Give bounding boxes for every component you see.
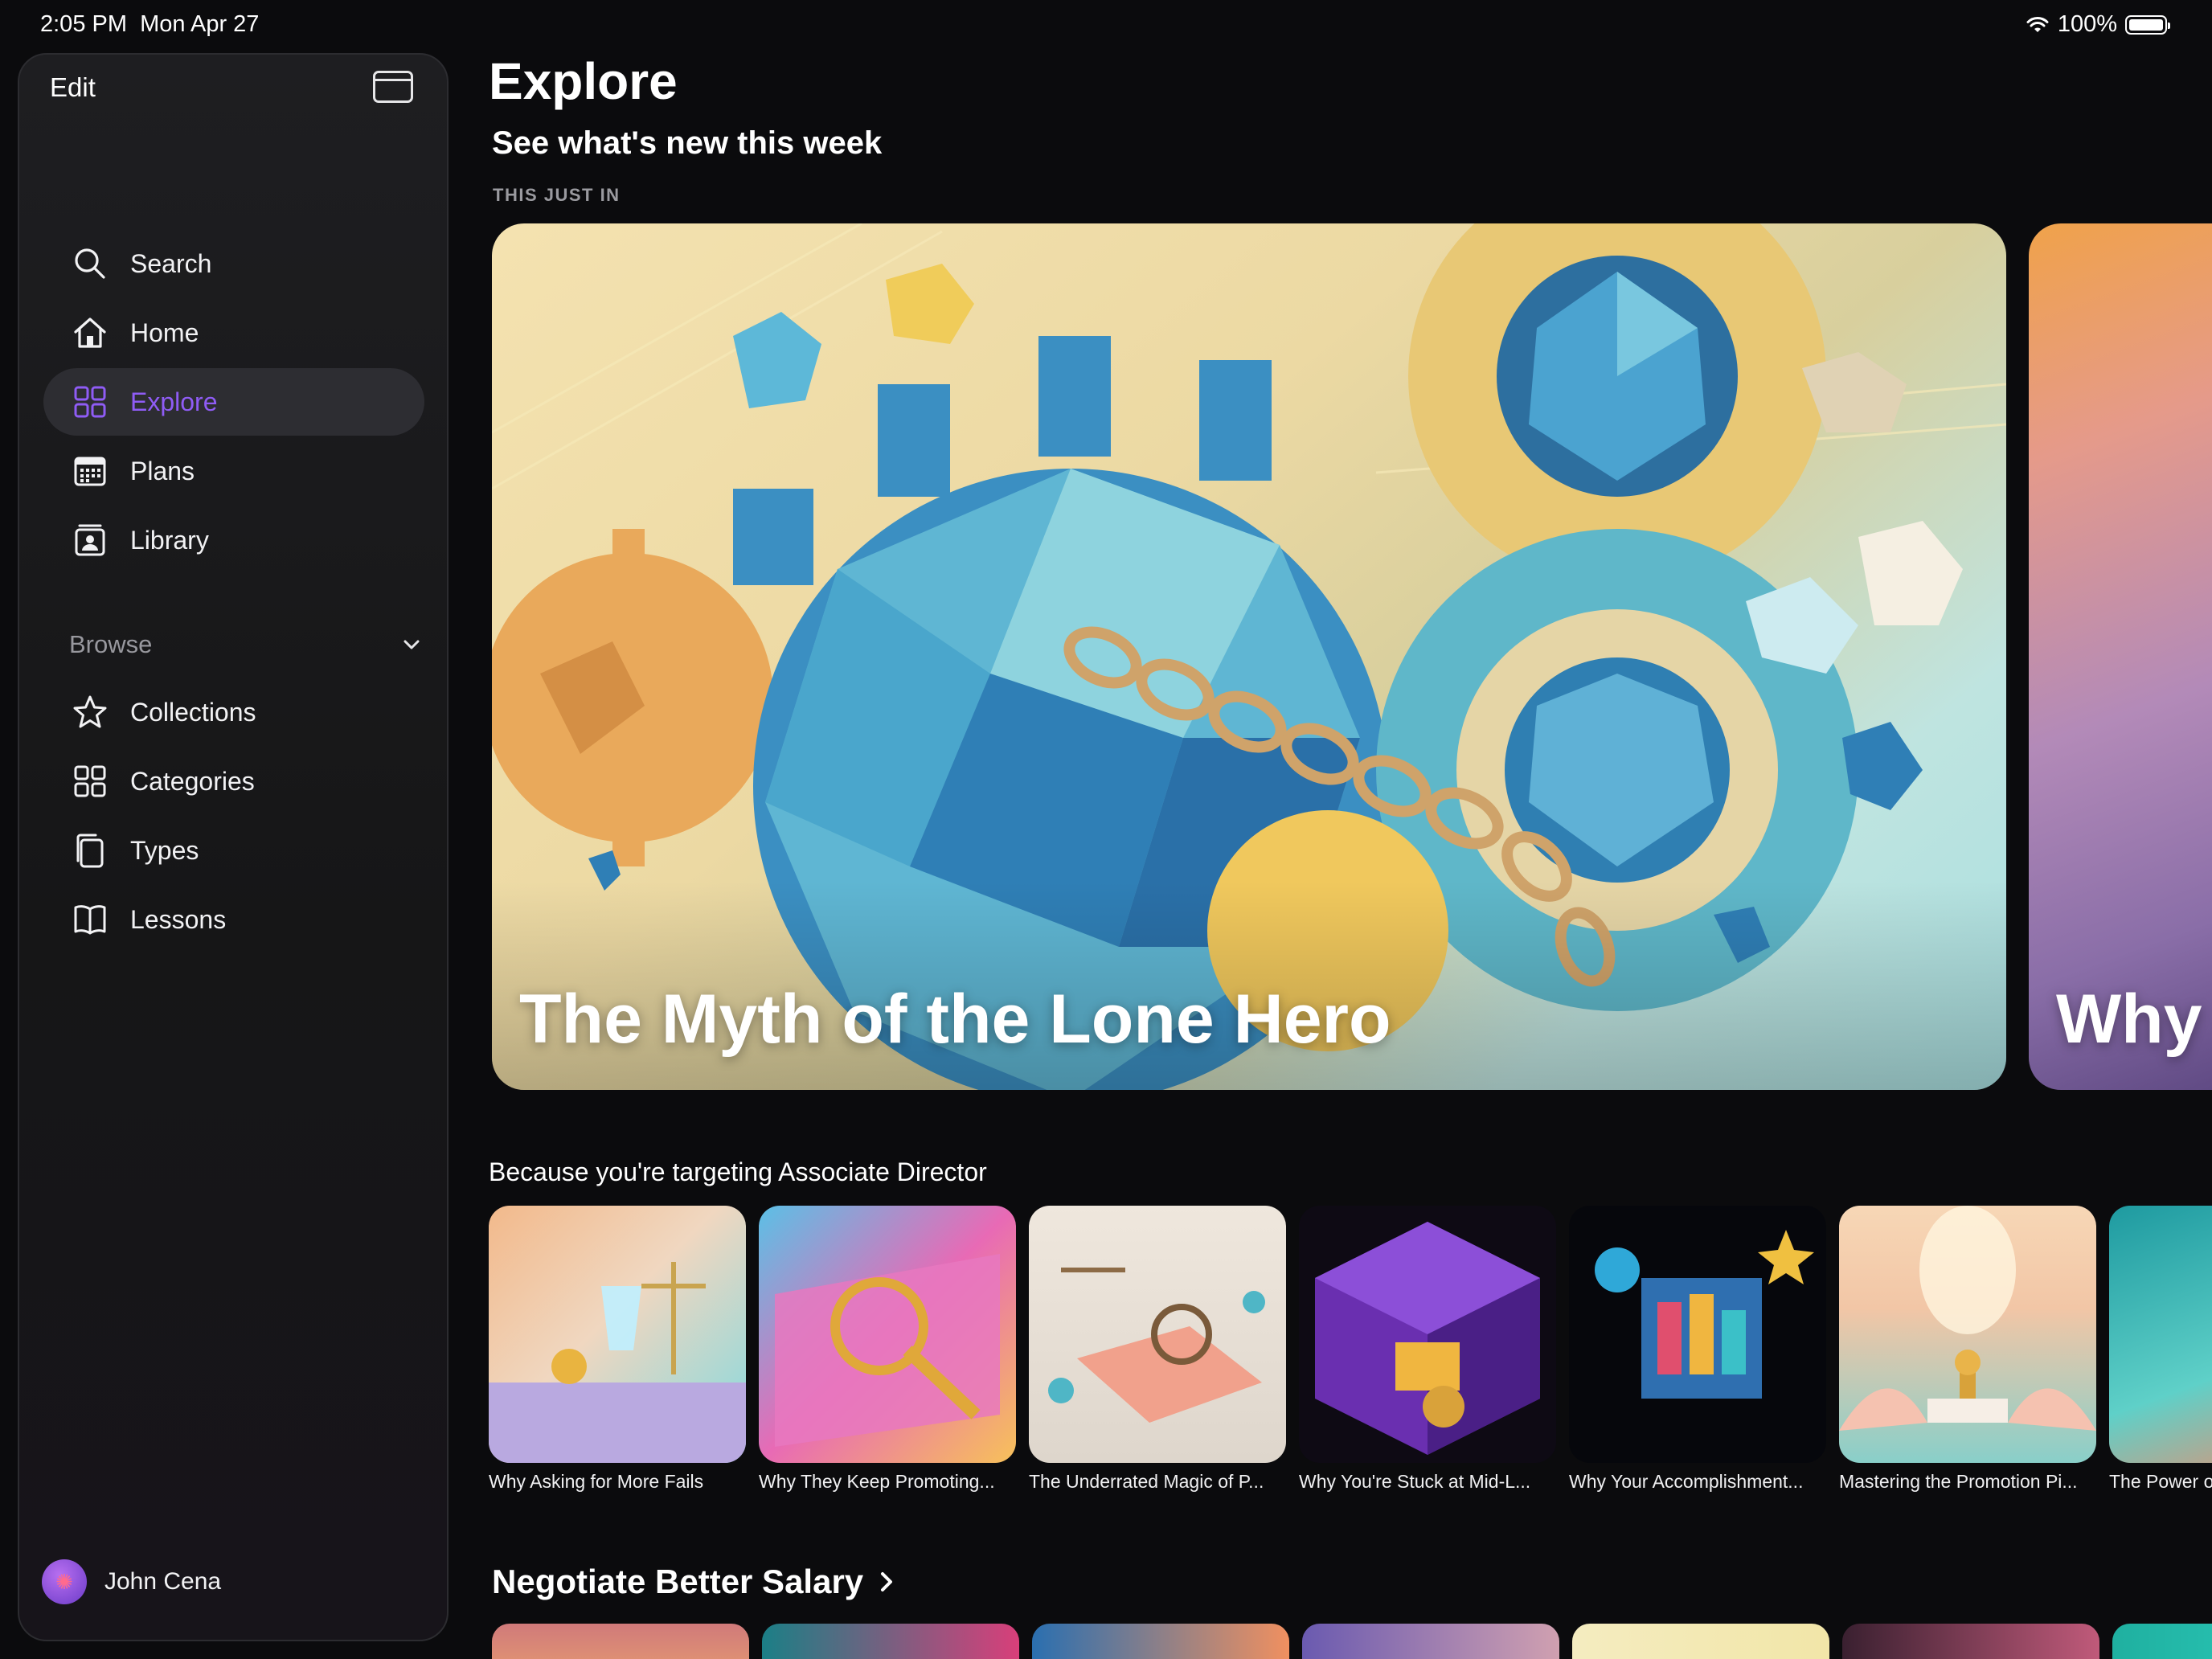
lesson-card[interactable] (1842, 1624, 2099, 1659)
row-heading: Because you're targeting Associate Direc… (489, 1157, 987, 1186)
sidebar-item-search[interactable]: Search (43, 230, 424, 297)
lesson-card[interactable]: The Power o (2109, 1206, 2212, 1493)
card-title: The Power o (2109, 1471, 2212, 1492)
sidebar-item-label: Search (130, 248, 212, 278)
lesson-card[interactable] (1302, 1624, 1559, 1659)
lesson-card[interactable]: Why Asking for More Fails (489, 1206, 746, 1493)
sidebar-item-lessons[interactable]: Lessons (43, 886, 424, 953)
lesson-card[interactable]: Why You're Stuck at Mid-L... (1299, 1206, 1556, 1493)
eyebrow-label: THIS JUST IN (493, 185, 621, 205)
page-title: Explore (489, 52, 678, 110)
lesson-card[interactable] (762, 1624, 1019, 1659)
sidebar: Edit Search Home Explore Plans Library B… (18, 53, 449, 1641)
grid-icon (71, 762, 109, 801)
lesson-card[interactable] (1572, 1624, 1829, 1659)
hero-title: The Myth of the Lone Hero (519, 981, 1391, 1058)
card-artwork (489, 1206, 746, 1463)
hero-card-next[interactable]: Why (2029, 223, 2212, 1090)
card-title: Why You're Stuck at Mid-L... (1299, 1471, 1531, 1492)
card-artwork (1029, 1206, 1286, 1463)
section-heading: See what's new this week (492, 125, 883, 161)
card-title: Mastering the Promotion Pi... (1839, 1471, 2078, 1492)
lesson-card[interactable]: Why Your Accomplishment... (1569, 1206, 1826, 1493)
lesson-card[interactable] (1032, 1624, 1289, 1659)
book-icon (71, 900, 109, 939)
hero-card[interactable]: The Myth of the Lone Hero (492, 223, 2006, 1090)
lesson-card[interactable] (492, 1624, 749, 1659)
status-clock: 2:05 PM (40, 11, 127, 37)
card-artwork (1839, 1206, 2096, 1463)
lesson-card[interactable] (2112, 1624, 2212, 1659)
grid-icon (71, 383, 109, 421)
lesson-card[interactable]: Why They Keep Promoting... (759, 1206, 1016, 1493)
library-icon (71, 521, 109, 559)
card-artwork (1569, 1206, 1826, 1463)
search-icon (71, 244, 109, 283)
sidebar-item-label: Plans (130, 456, 195, 485)
browse-label: Browse (69, 630, 153, 658)
edit-button[interactable]: Edit (50, 72, 96, 103)
sidebar-item-categories[interactable]: Categories (43, 748, 424, 815)
card-title: Why Asking for More Fails (489, 1471, 704, 1492)
hero-title: Why (2056, 981, 2202, 1058)
negotiate-section-link[interactable]: Negotiate Better Salary (492, 1563, 897, 1601)
sidebar-item-label: Categories (130, 766, 255, 796)
sidebar-item-label: Explore (130, 387, 218, 416)
browse-section-header[interactable]: Browse (69, 616, 423, 674)
card-artwork (2109, 1206, 2212, 1463)
sidebar-item-label: Lessons (130, 904, 227, 934)
user-name: John Cena (104, 1568, 222, 1595)
status-time: 2:05 PM Mon Apr 27 (40, 11, 259, 38)
card-artwork (759, 1206, 1016, 1463)
main-content: Explore See what's new this week THIS JU… (489, 0, 2212, 1659)
card-title: Why Your Accomplishment... (1569, 1471, 1804, 1492)
sidebar-item-explore[interactable]: Explore (43, 368, 424, 436)
sidebar-item-plans[interactable]: Plans (43, 437, 424, 505)
sidebar-item-label: Types (130, 835, 199, 865)
chevron-right-icon (881, 1572, 893, 1591)
card-title: The Underrated Magic of P... (1029, 1471, 1264, 1492)
lesson-card[interactable]: The Underrated Magic of P... (1029, 1206, 1286, 1493)
sidebar-item-collections[interactable]: Collections (43, 678, 424, 746)
sidebar-item-library[interactable]: Library (43, 506, 424, 574)
status-date: Mon Apr 27 (140, 11, 260, 37)
sidebar-item-home[interactable]: Home (43, 299, 424, 367)
section-heading: Negotiate Better Salary (492, 1563, 864, 1600)
star-icon (71, 693, 109, 731)
sidebar-item-label: Library (130, 525, 209, 555)
sidebar-item-types[interactable]: Types (43, 817, 424, 884)
user-profile[interactable]: ✺ John Cena (42, 1559, 221, 1604)
card-artwork (1299, 1206, 1556, 1463)
lesson-card[interactable]: Mastering the Promotion Pi... (1839, 1206, 2096, 1493)
chevron-down-icon (403, 640, 420, 649)
avatar: ✺ (42, 1559, 87, 1604)
card-title: Why They Keep Promoting... (759, 1471, 995, 1492)
home-icon (71, 313, 109, 352)
sidebar-toggle-icon[interactable] (373, 71, 413, 103)
sidebar-item-label: Collections (130, 697, 256, 727)
calendar-icon (71, 452, 109, 490)
sidebar-item-label: Home (130, 317, 199, 347)
cards-icon (71, 831, 109, 870)
